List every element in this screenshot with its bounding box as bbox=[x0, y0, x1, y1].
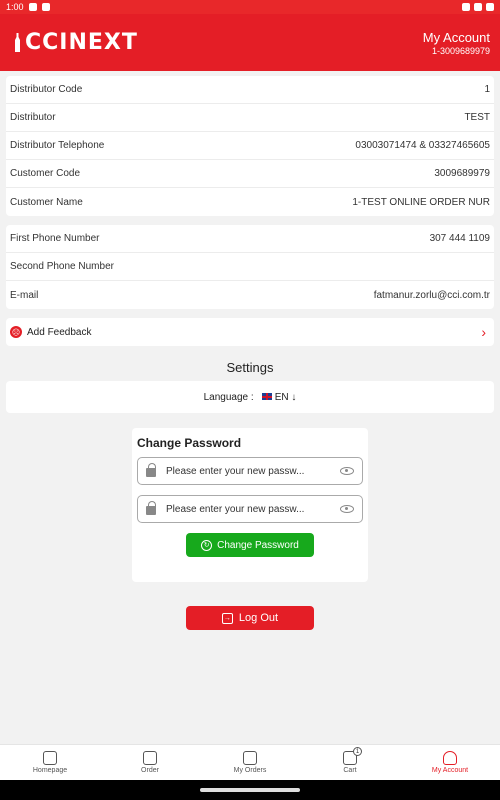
feedback-icon: ☹ bbox=[10, 326, 22, 338]
tab-my-orders[interactable]: My Orders bbox=[200, 745, 300, 780]
info-row: Customer Name 1-TEST ONLINE ORDER NUR bbox=[6, 188, 494, 216]
info-row: Customer Code 3009689979 bbox=[6, 160, 494, 188]
add-feedback-row[interactable]: ☹ Add Feedback › bbox=[6, 318, 494, 346]
distributor-info-card: Distributor Code 1 Distributor TEST Dist… bbox=[6, 76, 494, 216]
tab-homepage[interactable]: Homepage bbox=[0, 745, 100, 780]
info-label: E-mail bbox=[10, 289, 39, 301]
uk-flag-icon bbox=[261, 393, 272, 401]
eye-icon[interactable] bbox=[340, 467, 354, 475]
shield-icon bbox=[28, 3, 37, 11]
info-label: Second Phone Number bbox=[10, 261, 114, 272]
account-icon bbox=[443, 751, 457, 765]
my-orders-icon bbox=[243, 751, 257, 765]
info-value: fatmanur.zorlu@cci.com.tr bbox=[373, 289, 490, 301]
account-info: My Account 1-3009689979 bbox=[423, 30, 490, 56]
language-select[interactable]: EN ↓ bbox=[261, 391, 297, 403]
info-row: Second Phone Number bbox=[6, 253, 494, 281]
info-value: 307 444 1109 bbox=[429, 233, 490, 244]
order-icon bbox=[143, 751, 157, 765]
logout-button[interactable]: → Log Out bbox=[186, 606, 314, 630]
status-time: 1:00 bbox=[6, 2, 24, 12]
tab-order[interactable]: Order bbox=[100, 745, 200, 780]
tab-label: Order bbox=[141, 767, 159, 774]
bottle-icon bbox=[15, 32, 20, 52]
tab-my-account[interactable]: My Account bbox=[400, 745, 500, 780]
change-password-card: Change Password Please enter your new pa… bbox=[132, 428, 368, 582]
language-value: EN bbox=[274, 391, 289, 403]
info-label: Distributor bbox=[10, 112, 56, 123]
wifi-icon bbox=[462, 3, 470, 11]
new-password-placeholder: Please enter your new passw... bbox=[166, 465, 305, 477]
info-label: Customer Code bbox=[10, 168, 81, 179]
signal-icon bbox=[474, 3, 482, 11]
chevron-right-icon: › bbox=[481, 324, 486, 340]
change-password-title: Change Password bbox=[137, 436, 242, 450]
tab-label: My Account bbox=[431, 767, 469, 774]
language-label: Language : bbox=[203, 391, 254, 403]
change-password-button-label: Change Password bbox=[217, 539, 299, 551]
eye-icon[interactable] bbox=[340, 505, 354, 513]
home-icon bbox=[43, 751, 57, 765]
new-password-field[interactable]: Please enter your new passw... bbox=[137, 457, 363, 485]
arrow-down-icon: ↓ bbox=[291, 391, 297, 403]
info-row: Distributor TEST bbox=[6, 104, 494, 132]
info-row: E-mail fatmanur.zorlu@cci.com.tr bbox=[6, 281, 494, 309]
info-value: TEST bbox=[464, 112, 490, 123]
cart-icon: 1 bbox=[343, 747, 362, 765]
notification-icon bbox=[41, 3, 50, 11]
app-logo: CCINEXT bbox=[14, 30, 138, 55]
header-subtitle: 1-3009689979 bbox=[431, 45, 490, 56]
tab-label: Cart bbox=[343, 767, 357, 774]
info-row: Distributor Telephone 03003071474 & 0332… bbox=[6, 132, 494, 160]
info-value: 3009689979 bbox=[434, 168, 490, 179]
info-label: Customer Name bbox=[10, 196, 83, 208]
info-label: Distributor Telephone bbox=[10, 140, 105, 151]
info-row: First Phone Number 307 444 1109 bbox=[6, 225, 494, 253]
bottom-tab-bar: Homepage Order My Orders 1 Cart My Accou… bbox=[0, 744, 500, 780]
info-label: First Phone Number bbox=[10, 233, 100, 244]
info-value: 1-TEST ONLINE ORDER NUR bbox=[352, 196, 490, 208]
system-nav-bar bbox=[0, 780, 500, 800]
contact-info-card: First Phone Number 307 444 1109 Second P… bbox=[6, 225, 494, 309]
confirm-password-placeholder: Please enter your new passw... bbox=[166, 503, 305, 515]
lock-icon bbox=[146, 501, 156, 515]
language-row: Language : EN ↓ bbox=[6, 381, 494, 413]
info-value: 03003071474 & 03327465605 bbox=[355, 140, 490, 151]
header-title: My Account bbox=[422, 29, 490, 45]
lock-icon bbox=[146, 463, 156, 477]
change-password-button[interactable]: ↻ Change Password bbox=[186, 533, 314, 557]
battery-icon bbox=[486, 3, 494, 11]
refresh-icon: ↻ bbox=[201, 539, 213, 551]
tab-label: Homepage bbox=[32, 767, 68, 774]
cart-badge: 1 bbox=[353, 747, 362, 756]
tab-cart[interactable]: 1 Cart bbox=[300, 745, 400, 780]
settings-title: Settings bbox=[226, 360, 274, 375]
info-label: Distributor Code bbox=[10, 84, 83, 95]
logo-text: CCINEXT bbox=[25, 30, 138, 55]
logout-label: Log Out bbox=[238, 612, 279, 624]
feedback-label: Add Feedback bbox=[27, 326, 92, 338]
home-handle[interactable] bbox=[200, 788, 300, 792]
info-value: 1 bbox=[484, 84, 490, 95]
info-row: Distributor Code 1 bbox=[6, 76, 494, 104]
confirm-password-field[interactable]: Please enter your new passw... bbox=[137, 495, 363, 523]
logout-icon: → bbox=[221, 612, 233, 624]
tab-label: My Orders bbox=[233, 767, 267, 774]
status-bar: 1:00 bbox=[0, 0, 500, 14]
app-header: CCINEXT My Account 1-3009689979 bbox=[0, 14, 500, 71]
